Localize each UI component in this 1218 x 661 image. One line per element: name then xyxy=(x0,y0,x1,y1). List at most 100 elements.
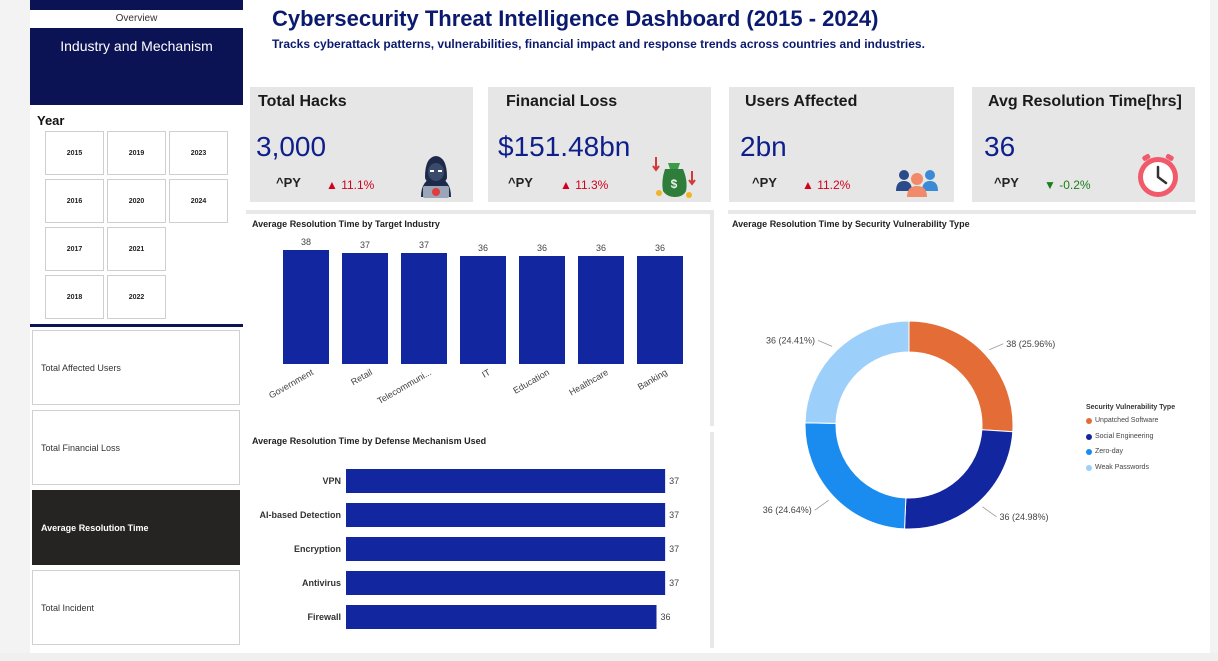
slice-leader-line xyxy=(982,506,997,518)
slice-data-label: 36 (24.41%) xyxy=(766,335,815,345)
svg-text:$: $ xyxy=(671,177,678,191)
money-bag-icon: $ xyxy=(652,157,696,198)
category-tick-label: Retail xyxy=(349,367,374,387)
kpi-change: ▼ -0.2% xyxy=(1044,178,1091,192)
bar-value-label: 37 xyxy=(669,510,679,520)
metric-button-total-incident[interactable]: Total Incident xyxy=(32,570,240,645)
bar-vpn[interactable] xyxy=(346,469,666,493)
bar-telecommuni-[interactable] xyxy=(401,253,447,364)
kpi-card-avg-resolution: Avg Resolution Time[hrs] 36 ^PY ▼ -0.2% xyxy=(972,87,1195,202)
year-button-2022[interactable]: 2022 xyxy=(107,275,166,319)
kpi-py-label: ^PY xyxy=(994,175,1019,190)
legend-item-weak-passwords[interactable]: Weak Passwords xyxy=(1086,464,1149,471)
category-tick-label: Healthcare xyxy=(567,367,610,397)
legend-item-zero-day[interactable]: Zero-day xyxy=(1086,448,1123,455)
donut-slice-social-engineering[interactable] xyxy=(904,429,1014,530)
bar-government[interactable] xyxy=(283,250,329,364)
bar-value-label: 37 xyxy=(419,240,429,250)
legend-label: Weak Passwords xyxy=(1095,464,1149,471)
page-subtitle: Tracks cyberattack patterns, vulnerabili… xyxy=(272,37,925,51)
kpi-value: 2bn xyxy=(740,131,787,162)
slice-leader-line xyxy=(814,499,829,511)
legend-label: Zero-day xyxy=(1095,448,1124,455)
kpi-title: Users Affected xyxy=(745,93,858,110)
nav-industry-mechanism-button[interactable]: Industry and Mechanism xyxy=(30,36,243,56)
bar-firewall[interactable] xyxy=(346,605,657,629)
category-tick-label: Government xyxy=(267,367,315,401)
kpi-card-users-affected: Users Affected 2bn ^PY ▲ 11.2% xyxy=(729,87,954,202)
year-button-2015[interactable]: 2015 xyxy=(45,131,104,175)
defense-chart-panel: Average Resolution Time by Defense Mecha… xyxy=(246,432,714,648)
bar-encryption[interactable] xyxy=(346,537,666,561)
legend-item-unpatched-software[interactable]: Unpatched Software xyxy=(1086,417,1158,424)
kpi-py-label: ^PY xyxy=(276,175,301,190)
year-slicer-title: Year xyxy=(37,113,65,128)
bar-value-label: 37 xyxy=(669,476,679,486)
bar-ai-based-detection[interactable] xyxy=(346,503,666,527)
slice-data-label: 38 (25.96%) xyxy=(1006,339,1055,349)
bottom-strip xyxy=(0,653,1218,661)
bar-value-label: 37 xyxy=(669,544,679,554)
kpi-value: 36 xyxy=(984,131,1016,162)
category-tick-label: Firewall xyxy=(307,612,341,622)
bar-value-label: 36 xyxy=(661,612,671,622)
defense-bar-chart: VPN 37 AI-based Detection 37 Encryption 37 Ant… xyxy=(259,469,679,629)
bar-value-label: 37 xyxy=(360,240,370,250)
category-tick-label: AI-based Detection xyxy=(259,510,341,520)
metric-button-resolution-time[interactable]: Average Resolution Time xyxy=(32,490,240,565)
legend-item-social-engineering[interactable]: Social Engineering xyxy=(1086,433,1153,440)
bar-value-label: 36 xyxy=(596,243,606,253)
kpi-card-total-hacks: Total Hacks 3,000 ^PY ▲ 11.1% xyxy=(250,87,473,202)
category-tick-label: VPN xyxy=(322,476,341,486)
metric-button-financial-loss[interactable]: Total Financial Loss xyxy=(32,410,240,485)
donut-slice-weak-passwords[interactable] xyxy=(804,320,910,424)
legend-label: Unpatched Software xyxy=(1095,417,1159,424)
clock-icon xyxy=(1138,154,1178,197)
year-button-2019[interactable]: 2019 xyxy=(107,131,166,175)
bar-it[interactable] xyxy=(460,256,506,364)
donut-slice-unpatched-software[interactable] xyxy=(908,320,1014,433)
page-title: Cybersecurity Threat Intelligence Dashbo… xyxy=(272,6,879,31)
bar-retail[interactable] xyxy=(342,253,388,364)
bar-banking[interactable] xyxy=(637,256,683,364)
year-button-2023[interactable]: 2023 xyxy=(169,131,228,175)
donut-slice-zero-day[interactable] xyxy=(804,422,907,530)
bar-value-label: 36 xyxy=(537,243,547,253)
category-tick-label: Banking xyxy=(636,367,669,392)
bar-value-label: 37 xyxy=(669,578,679,588)
slice-data-label: 36 (24.64%) xyxy=(763,505,812,515)
bar-healthcare[interactable] xyxy=(578,256,624,364)
users-group-icon xyxy=(896,170,938,197)
kpi-py-label: ^PY xyxy=(752,175,777,190)
bar-value-label: 36 xyxy=(478,243,488,253)
bar-value-label: 38 xyxy=(301,237,311,247)
kpi-change: ▲ 11.2% xyxy=(802,178,851,192)
legend-swatch xyxy=(1086,448,1092,455)
category-tick-label: Telecommuni... xyxy=(376,367,433,406)
legend-label: Social Engineering xyxy=(1095,433,1154,440)
year-button-2021[interactable]: 2021 xyxy=(107,227,166,271)
bar-education[interactable] xyxy=(519,256,565,364)
kpi-title: Total Hacks xyxy=(258,93,347,110)
kpi-change: ▲ 11.3% xyxy=(560,178,609,192)
industry-bar-chart: 38 Government 37 Retail 37 Telecommuni... 36 IT… xyxy=(267,237,683,406)
year-button-2017[interactable]: 2017 xyxy=(45,227,104,271)
year-button-2024[interactable]: 2024 xyxy=(169,179,228,223)
metric-button-affected-users[interactable]: Total Affected Users xyxy=(32,330,240,405)
kpi-title: Financial Loss xyxy=(506,93,618,110)
slice-data-label: 36 (24.98%) xyxy=(999,512,1048,522)
year-button-2018[interactable]: 2018 xyxy=(45,275,104,319)
year-button-2020[interactable]: 2020 xyxy=(107,179,166,223)
nav-overview-button[interactable]: Overview xyxy=(30,10,243,28)
category-tick-label: Encryption xyxy=(294,544,341,554)
industry-chart-panel: Average Resolution Time by Target Indust… xyxy=(246,210,714,426)
bar-antivirus[interactable] xyxy=(346,571,666,595)
legend-swatch xyxy=(1086,417,1092,424)
year-button-2016[interactable]: 2016 xyxy=(45,179,104,223)
category-tick-label: Education xyxy=(511,367,551,396)
slice-leader-line xyxy=(989,343,1004,351)
hacker-icon xyxy=(421,156,451,198)
category-tick-label: Antivirus xyxy=(302,578,341,588)
slice-leader-line xyxy=(817,340,833,347)
legend-swatch xyxy=(1086,464,1092,471)
